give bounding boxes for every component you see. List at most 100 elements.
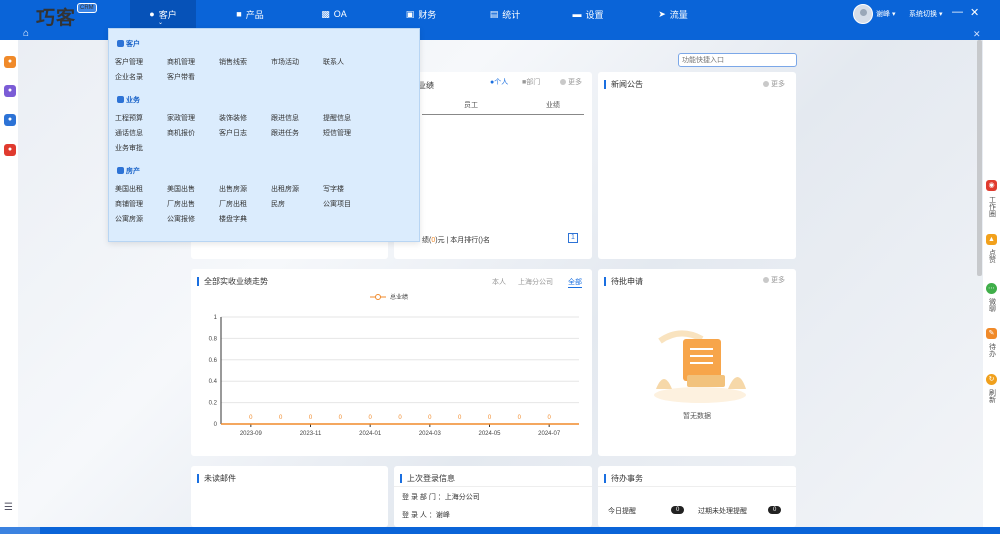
- dropdown-menu-item[interactable]: 厂房出售: [167, 199, 195, 209]
- nav-traffic[interactable]: ➤ 流量: [645, 0, 701, 28]
- dropdown-menu-item[interactable]: 客户日志: [219, 128, 247, 138]
- x-tick-label: 2023-09: [240, 431, 263, 437]
- dropdown-menu-item[interactable]: 商铺管理: [115, 199, 143, 209]
- nav-oa[interactable]: ▩ OA: [309, 0, 359, 28]
- menu-list-icon[interactable]: ☰: [4, 502, 13, 513]
- column-header-employee: 员工: [464, 102, 478, 109]
- nav-finance[interactable]: ▣ 财务: [393, 0, 449, 28]
- data-label: 0: [309, 415, 313, 421]
- app-logo[interactable]: 巧客: [36, 3, 76, 30]
- news-more-link[interactable]: 更多: [763, 79, 785, 89]
- dropdown-menu-item[interactable]: 公寓报修: [167, 214, 195, 224]
- dropdown-menu-item[interactable]: 跟进信息: [271, 113, 299, 123]
- overdue-reminder-label[interactable]: 过期未处理提醒: [698, 506, 747, 516]
- dropdown-section-2: 房产: [117, 166, 140, 176]
- traffic-icon: ➤: [658, 8, 666, 19]
- user-menu[interactable]: 谢峰 ▾: [876, 9, 895, 19]
- bottom-taskbar-tab[interactable]: [0, 527, 40, 534]
- dropdown-menu-item[interactable]: 家政管理: [167, 113, 195, 123]
- ranking-summary: 绩(0)元 | 本月排行()名: [422, 237, 490, 244]
- table-header-divider: [422, 114, 584, 115]
- business-section-icon: [117, 96, 124, 103]
- message-shortcut-icon[interactable]: ●: [4, 114, 16, 126]
- minimize-button[interactable]: —: [952, 6, 963, 18]
- chat-tool[interactable]: ⋯ 微聊: [983, 283, 1000, 314]
- dropdown-menu-item[interactable]: 商机报价: [167, 128, 195, 138]
- data-label: 0: [428, 415, 432, 421]
- contacts-shortcut-icon[interactable]: ●: [4, 56, 16, 68]
- dropdown-menu-item[interactable]: 通话信息: [115, 128, 143, 138]
- performance-panel: 人实收业绩 ●个人 ■部门 更多 员工 业绩 绩(0)元 | 本月排行()名 1: [394, 72, 592, 259]
- more-link[interactable]: 更多: [560, 77, 582, 87]
- briefcase-icon: ▩: [321, 8, 330, 19]
- nav-statistics[interactable]: ▤ 统计: [477, 0, 533, 28]
- dropdown-menu-item[interactable]: 出售房源: [219, 184, 247, 194]
- refresh-tool[interactable]: ↻ 刷新: [983, 374, 1000, 405]
- approval-more-link[interactable]: 更多: [763, 275, 785, 285]
- work-circle-tool[interactable]: ◉ 工作圈: [983, 180, 1000, 219]
- dropdown-menu-item[interactable]: 客户带看: [167, 72, 195, 82]
- thumbs-up-icon: ▲: [986, 234, 997, 245]
- todo-panel: 待办事务 今日提醒 0 过期未处理提醒 0: [598, 466, 796, 527]
- dropdown-section-title: 房产: [126, 168, 140, 175]
- approval-panel-title: 待批申请: [604, 277, 643, 286]
- dropdown-menu-item[interactable]: 短信管理: [323, 128, 351, 138]
- dropdown-menu-item[interactable]: 写字楼: [323, 184, 344, 194]
- notification-shortcut-icon[interactable]: ●: [4, 85, 16, 97]
- customer-icon: ●: [149, 9, 155, 19]
- dropdown-menu-item[interactable]: 提醒信息: [323, 113, 351, 123]
- dropdown-menu-item[interactable]: 厂房出租: [219, 199, 247, 209]
- close-tab-icon[interactable]: ✕: [973, 29, 981, 40]
- today-reminder-count: 0: [671, 506, 685, 514]
- crm-badge: CRM: [77, 3, 97, 13]
- dropdown-menu-item[interactable]: 销售线索: [219, 57, 247, 67]
- function-search-input[interactable]: [678, 53, 797, 67]
- dropdown-menu-item[interactable]: 楼盘字典: [219, 214, 247, 224]
- dropdown-menu-item[interactable]: 商机管理: [167, 57, 195, 67]
- nav-settings[interactable]: ▬ 设置: [560, 0, 616, 28]
- nav-product[interactable]: ■ 产品: [222, 0, 278, 28]
- chat-icon: ⋯: [986, 283, 997, 294]
- refresh-icon: ↻: [986, 374, 997, 385]
- statistics-icon: ▤: [489, 8, 499, 19]
- today-reminder-label[interactable]: 今日提醒: [608, 506, 636, 516]
- dropdown-menu-item[interactable]: 客户管理: [115, 57, 143, 67]
- empty-state-text: 暂无数据: [683, 413, 711, 420]
- legend-label: 总业绩: [390, 293, 408, 301]
- dropdown-menu-item[interactable]: 跟进任务: [271, 128, 299, 138]
- dropdown-menu-item[interactable]: 出租房源: [271, 184, 299, 194]
- close-button[interactable]: ✕: [970, 6, 979, 19]
- calendar-shortcut-icon[interactable]: ●: [4, 144, 16, 156]
- system-switch-menu[interactable]: 系统切换 ▾: [909, 9, 942, 19]
- scrollbar[interactable]: [977, 40, 982, 276]
- property-section-icon: [117, 167, 124, 174]
- dropdown-menu-item[interactable]: 联系人: [323, 57, 344, 67]
- dropdown-menu-item[interactable]: 美国出售: [167, 184, 195, 194]
- dropdown-section-title: 业务: [126, 97, 140, 104]
- todo-icon: ✎: [986, 328, 997, 339]
- dropdown-menu-item[interactable]: 企业名录: [115, 72, 143, 82]
- dropdown-menu-item[interactable]: 业务审批: [115, 143, 143, 153]
- product-icon: ■: [236, 9, 242, 19]
- dropdown-menu-item[interactable]: 公寓房源: [115, 214, 143, 224]
- y-tick-label: 0.8: [209, 336, 218, 342]
- last-login-panel: 上次登录信息 登 录 部 门 ：上海分公司 登 录 人 ：谢峰: [394, 466, 592, 527]
- page-number[interactable]: 1: [568, 233, 578, 243]
- todo-tool[interactable]: ✎ 待办: [983, 328, 1000, 359]
- dropdown-menu-item[interactable]: 美国出租: [115, 184, 143, 194]
- dropdown-section-title: 客户: [126, 41, 140, 48]
- tab-personal[interactable]: ●个人: [490, 77, 508, 87]
- dropdown-menu-item[interactable]: 工程预算: [115, 113, 143, 123]
- tab-department[interactable]: ■部门: [522, 77, 540, 87]
- dropdown-menu-item[interactable]: 市场活动: [271, 57, 299, 67]
- dropdown-menu-item[interactable]: 公寓项目: [323, 199, 351, 209]
- like-tool[interactable]: ▲ 点赞: [983, 234, 1000, 265]
- home-icon[interactable]: ⌂: [23, 28, 29, 39]
- avatar[interactable]: [853, 4, 873, 24]
- y-tick-label: 0: [214, 422, 218, 428]
- finance-icon: ▣: [405, 8, 415, 19]
- dropdown-menu-item[interactable]: 民房: [271, 199, 285, 209]
- dropdown-menu-item[interactable]: 装饰装修: [219, 113, 247, 123]
- customer-section-icon: [117, 40, 124, 47]
- data-label: 0: [518, 415, 522, 421]
